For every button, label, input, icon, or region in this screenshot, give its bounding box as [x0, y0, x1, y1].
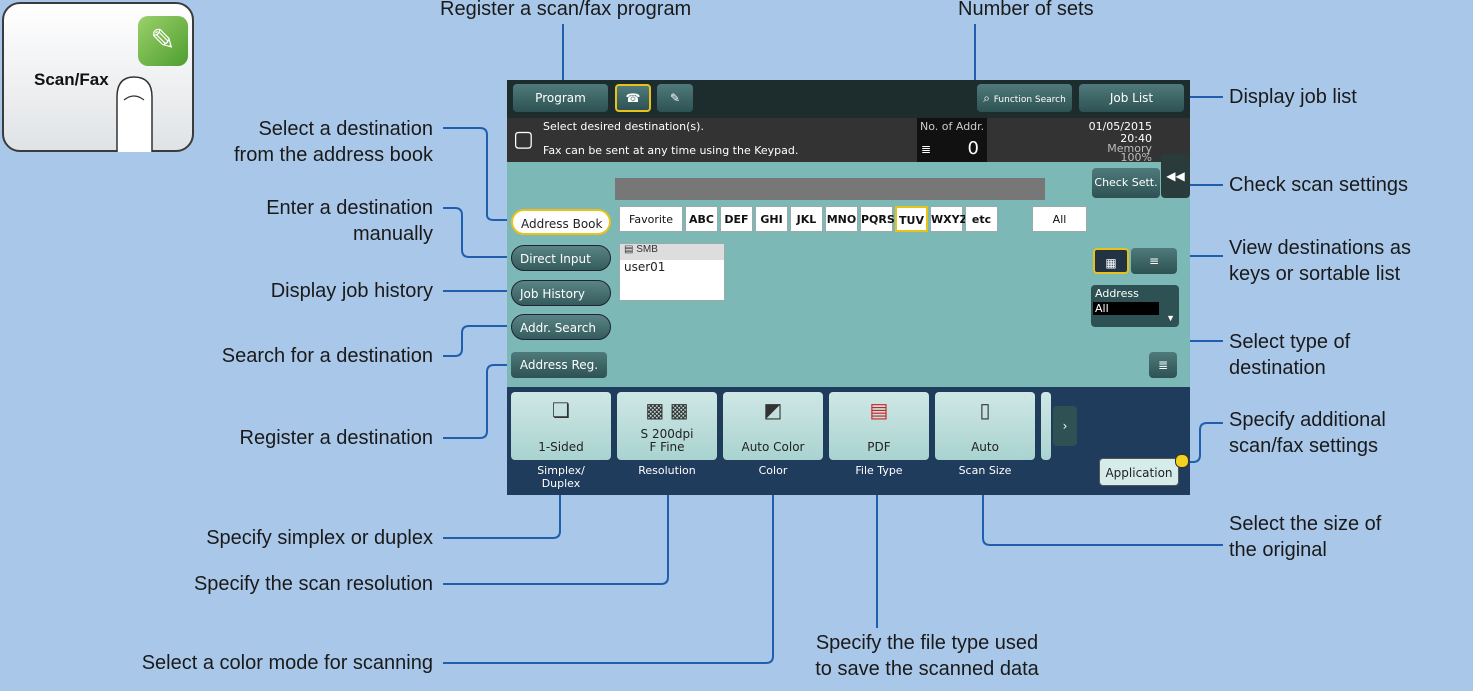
address-count-label: No. of Addr. [920, 120, 985, 133]
annotation-register-destination: Register a destination [239, 427, 433, 449]
index-tab-all[interactable]: All [1032, 206, 1087, 232]
annotation-register-program: Register a scan/fax program [440, 0, 692, 20]
index-tab-favorite[interactable]: Favorite [619, 206, 683, 232]
grid-icon: ▦ [1105, 256, 1117, 270]
annotation-number-of-sets: Number of sets [958, 0, 1094, 20]
tab-direct-input[interactable]: Direct Input [511, 245, 611, 271]
destination-key[interactable]: ▤ SMB user01 [619, 243, 725, 301]
dropdown-arrow-icon: ▼ [1166, 313, 1175, 323]
function-search-label: Function Search [993, 95, 1066, 105]
annotation-file-type: Specify the file type used to save the s… [815, 632, 1039, 680]
address-type-select[interactable]: Address All ▼ [1091, 285, 1179, 327]
list-icon: ≡ [1148, 254, 1160, 268]
address-type-value: All [1093, 302, 1159, 315]
scan-size-value: Auto [971, 440, 999, 454]
annotation-simplex: Specify simplex or duplex [206, 527, 433, 549]
server-icon: ▤ [624, 244, 634, 255]
key-view-button[interactable]: ▦ [1093, 248, 1129, 274]
top-toolbar: Program ☎ ✎ ⌕ Function Search Job List [507, 80, 1190, 118]
index-tab-wxyz[interactable]: WXYZ [930, 206, 968, 232]
color-label: Color [758, 464, 788, 477]
pdf-icon: ▤ [869, 400, 889, 422]
job-list-button[interactable]: Job List [1079, 84, 1184, 112]
annotation-display-job-list: Display job list [1229, 86, 1357, 108]
annotation-specify-additional: Specify additional scan/fax settings [1229, 409, 1386, 457]
destination-input-bar [615, 178, 1045, 200]
index-tab-abc[interactable]: ABC [685, 206, 718, 232]
resolution-label: Resolution [638, 464, 696, 477]
annotation-resolution: Specify the scan resolution [193, 573, 433, 595]
file-type-label: File Type [855, 464, 903, 477]
collapse-panel-button[interactable]: ◀◀ [1161, 154, 1190, 198]
index-tab-def[interactable]: DEF [720, 206, 753, 232]
annotation-enter-manually: Enter a destination manually [266, 197, 433, 245]
annotation-select-type: Select type of destination [1229, 331, 1351, 379]
index-tab-etc[interactable]: etc [965, 206, 998, 232]
pen-icon: ✎ [669, 91, 681, 105]
color-icon: ◩ [763, 400, 783, 422]
double-chevron-left-icon: ◀◀ [1166, 169, 1185, 183]
annotation-color-mode: Select a color mode for scanning [141, 652, 433, 674]
file-type-key[interactable]: ▤ PDF [829, 392, 929, 460]
fax-document-icon: ▢ [513, 126, 534, 151]
application-button[interactable]: Application [1099, 458, 1179, 486]
tab-addr-search[interactable]: Addr. Search [511, 314, 611, 340]
index-tab-tuv[interactable]: TUV [895, 206, 928, 232]
annotation-select-address-book: Select a destination from the address bo… [234, 118, 433, 166]
scan-size-label: Scan Size [958, 464, 1012, 477]
simplex-label: Simplex/ Duplex [537, 464, 585, 490]
tab-job-history[interactable]: Job History [511, 280, 611, 306]
check-settings-button[interactable]: Check Sett. [1092, 168, 1160, 198]
color-key[interactable]: ◩ Auto Color [723, 392, 823, 460]
next-page-button[interactable]: › [1053, 406, 1077, 446]
annotation-check-scan: Check scan settings [1229, 174, 1408, 196]
index-tab-pqrs[interactable]: PQRS [860, 206, 895, 232]
destination-type: SMB [636, 244, 658, 255]
annotation-display-history: Display job history [270, 280, 433, 302]
address-reg-button[interactable]: Address Reg. [511, 352, 607, 378]
address-count-box: No. of Addr. 0 ≣ [917, 118, 987, 162]
resolution-icon: ▩ ▩ [645, 400, 689, 422]
annotation-size-original: Select the size of the original [1229, 513, 1382, 561]
chevron-right-icon: › [1062, 419, 1068, 433]
scan-size-key[interactable]: ▯ Auto [935, 392, 1035, 460]
message-line-2: Fax can be sent at any time using the Ke… [543, 144, 799, 157]
resolution-value: S 200dpi F Fine [640, 427, 694, 454]
destination-name: user01 [624, 260, 666, 274]
address-count-value: 0 [967, 138, 979, 159]
simplex-value: 1-Sided [538, 440, 584, 454]
list-view-button[interactable]: ≡ [1131, 248, 1177, 274]
annotation-view-destinations: View destinations as keys or sortable li… [1229, 237, 1411, 285]
index-tab-jkl[interactable]: JKL [790, 206, 823, 232]
file-type-value: PDF [867, 440, 891, 454]
index-tab-ghi[interactable]: GHI [755, 206, 788, 232]
menu-icon: ≣ [1157, 358, 1169, 372]
address-type-label: Address [1095, 287, 1139, 300]
annotation-search-destination: Search for a destination [221, 345, 433, 367]
scan-mode-button[interactable]: ✎ [657, 84, 693, 112]
function-search-button[interactable]: ⌕ Function Search [977, 84, 1072, 112]
fax-mode-button[interactable]: ☎ [615, 84, 651, 112]
document-icon: ▯ [979, 400, 991, 422]
color-value: Auto Color [741, 440, 805, 454]
status-dot-icon [1175, 454, 1189, 468]
destination-area: Check Sett. ◀◀ [507, 154, 1190, 387]
message-line-1: Select desired destination(s). [543, 120, 704, 133]
simplex-duplex-key[interactable]: ❏ 1-Sided [511, 392, 611, 460]
search-icon: ⌕ [983, 91, 990, 105]
tab-address-book[interactable]: Address Book [511, 209, 611, 235]
page-icon: ❏ [552, 400, 570, 422]
control-panel-screen: Program ☎ ✎ ⌕ Function Search Job List ▢… [507, 80, 1190, 495]
menu-button[interactable]: ≣ [1149, 352, 1177, 378]
message-area: ▢ Select desired destination(s). Fax can… [507, 118, 1190, 164]
phone-icon: ☎ [625, 91, 641, 105]
list-icon: ≣ [921, 142, 932, 156]
next-functions-button[interactable] [1041, 392, 1051, 460]
index-tab-mno[interactable]: MNO [825, 206, 858, 232]
program-button[interactable]: Program [513, 84, 608, 112]
resolution-key[interactable]: ▩ ▩ S 200dpi F Fine [617, 392, 717, 460]
